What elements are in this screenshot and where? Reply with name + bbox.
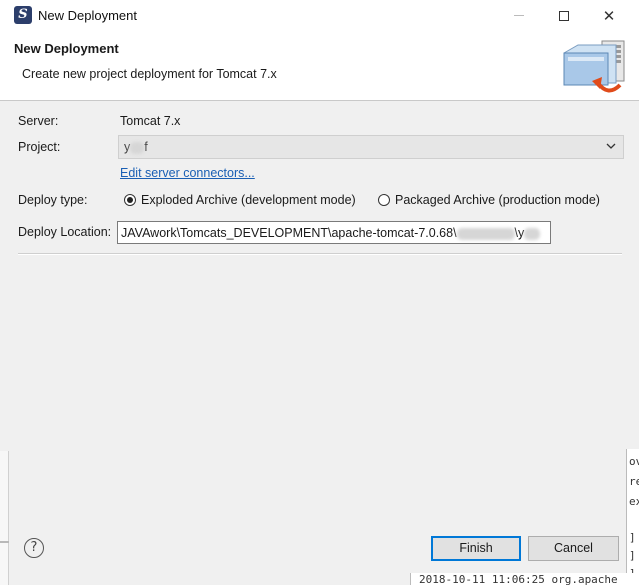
- edit-server-connectors-link[interactable]: Edit server connectors...: [120, 166, 255, 180]
- window-title: New Deployment: [38, 8, 137, 23]
- exploded-archive-radio[interactable]: [124, 194, 136, 206]
- cancel-button[interactable]: Cancel: [528, 536, 619, 561]
- separator-highlight: [18, 254, 622, 255]
- background-window-edge: [0, 451, 9, 585]
- background-console-strip: ov re ex ] ] ]: [626, 449, 639, 585]
- minimize-button[interactable]: [496, 0, 542, 31]
- deploy-location-label: Deploy Location:: [18, 225, 112, 239]
- background-window-edge: [0, 541, 9, 543]
- maximize-icon: [559, 10, 569, 21]
- server-value: Tomcat 7.x: [120, 114, 181, 128]
- help-button[interactable]: ?: [24, 538, 44, 558]
- project-label: Project:: [18, 140, 61, 154]
- header-title: New Deployment: [14, 41, 119, 56]
- title-bar: S New Deployment ✕: [0, 0, 639, 31]
- deploy-type-label: Deploy type:: [18, 193, 88, 207]
- dialog-content: Server: Tomcat 7.x Project: yf Edit serv…: [0, 101, 639, 585]
- deploy-location-input[interactable]: JAVAwork\Tomcats_DEVELOPMENT\apache-tomc…: [117, 221, 551, 244]
- redacted-text: [456, 227, 515, 240]
- bg-fragment: ]: [629, 531, 636, 544]
- close-icon: ✕: [602, 6, 616, 25]
- exploded-archive-label[interactable]: Exploded Archive (development mode): [141, 193, 356, 207]
- project-select-value: yf: [124, 140, 148, 154]
- deploy-location-value: JAVAwork\Tomcats_DEVELOPMENT\apache-tomc…: [121, 226, 541, 240]
- minimize-icon: [514, 15, 524, 16]
- bg-fragment: ov: [629, 455, 639, 468]
- maximize-button[interactable]: [541, 0, 587, 31]
- redacted-text: [524, 227, 541, 240]
- background-console-log: 2018-10-11 11:06:25 org.apache: [410, 573, 639, 585]
- header-description: Create new project deployment for Tomcat…: [22, 67, 277, 81]
- bg-fragment: ]: [629, 549, 636, 562]
- project-select[interactable]: yf: [118, 135, 624, 159]
- server-label: Server:: [18, 114, 59, 128]
- close-button[interactable]: ✕: [586, 0, 632, 31]
- packaged-archive-radio[interactable]: [378, 194, 390, 206]
- chevron-down-icon: [606, 143, 616, 149]
- bg-fragment: ex: [629, 495, 639, 508]
- app-logo-icon: S: [14, 6, 32, 24]
- deployment-wizard-icon: [563, 40, 625, 93]
- bg-fragment: re: [629, 475, 639, 488]
- packaged-archive-label[interactable]: Packaged Archive (production mode): [395, 193, 600, 207]
- dialog-header: New Deployment Create new project deploy…: [0, 31, 639, 101]
- redacted-text: [130, 141, 145, 154]
- finish-button[interactable]: Finish: [431, 536, 521, 561]
